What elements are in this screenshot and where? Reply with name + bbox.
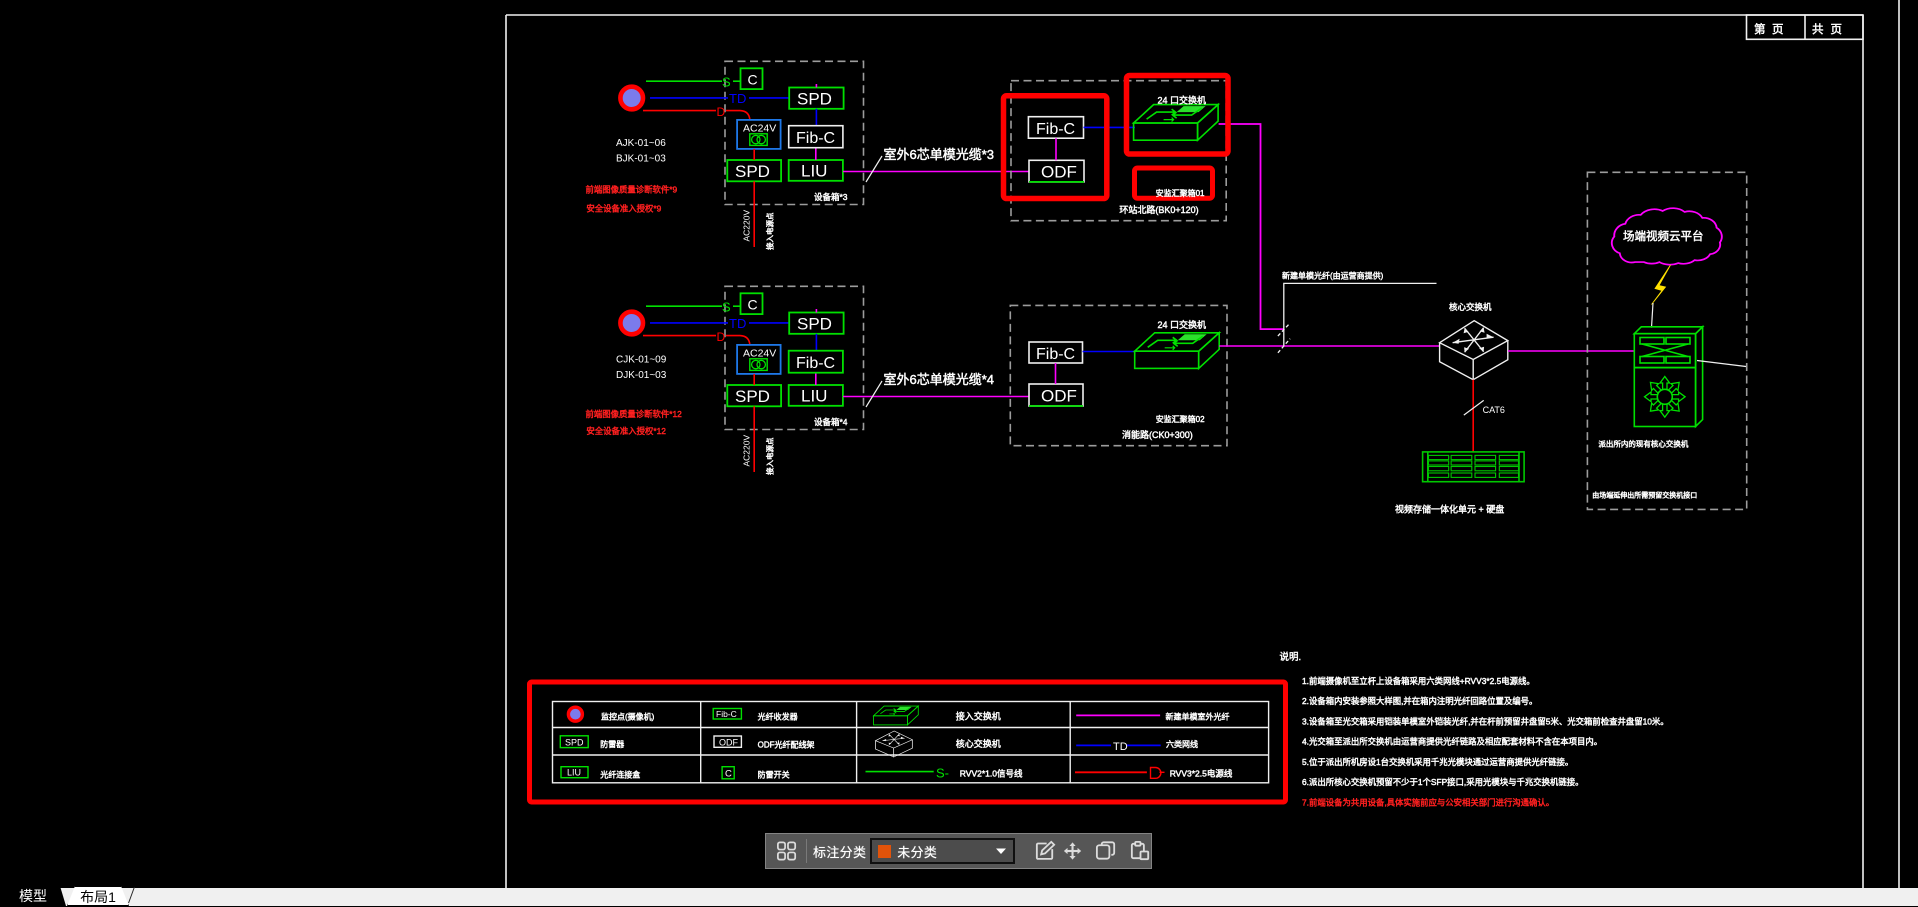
svg-text:由场端延伸出所需预留交换机接口: 由场端延伸出所需预留交换机接口 — [1592, 491, 1697, 500]
svg-text:7.前端设备为共用设备,具体实施前应与公安相关部门进行沟通确: 7.前端设备为共用设备,具体实施前应与公安相关部门进行沟通确认。 — [1302, 797, 1554, 807]
svg-text:设备箱*4: 设备箱*4 — [814, 417, 848, 427]
svg-text:C: C — [748, 72, 758, 88]
svg-text:3.设备箱至光交箱采用铠装单模室外铠装光纤,并在杆前预留井盘: 3.设备箱至光交箱采用铠装单模室外铠装光纤,并在杆前预留井盘留5米、光交箱前检查… — [1302, 716, 1669, 726]
svg-text:页: 页 — [1772, 24, 1784, 36]
svg-text:Fib-C: Fib-C — [1036, 346, 1075, 363]
svg-text:派出所内的现有核心交换机: 派出所内的现有核心交换机 — [1598, 439, 1688, 449]
svg-text:ODF: ODF — [719, 737, 739, 747]
svg-text:新建单模光纤(由运营商提供): 新建单模光纤(由运营商提供) — [1282, 271, 1384, 281]
svg-text:SPD: SPD — [735, 162, 770, 181]
svg-text:LIU: LIU — [567, 768, 581, 778]
svg-text:Fib-C: Fib-C — [796, 355, 835, 372]
svg-text:CAT6: CAT6 — [1483, 405, 1505, 415]
svg-text:核心交换机: 核心交换机 — [956, 738, 1001, 749]
svg-text:24 口交换机: 24 口交换机 — [1158, 95, 1207, 106]
svg-text:AJK-01~06: AJK-01~06 — [616, 138, 666, 149]
svg-text:AC24V: AC24V — [743, 123, 776, 135]
svg-text:第: 第 — [1754, 22, 1766, 36]
svg-text:接入交换机: 接入交换机 — [956, 711, 1001, 722]
svg-text:消能路(CK0+300): 消能路(CK0+300) — [1122, 429, 1193, 440]
svg-text:监控点(摄像机): 监控点(摄像机) — [601, 712, 655, 722]
svg-text:SPD: SPD — [797, 90, 832, 109]
svg-text:S: S — [722, 75, 731, 90]
svg-text:AC220V: AC220V — [742, 435, 752, 467]
svg-text:Fib-C: Fib-C — [1036, 121, 1075, 138]
svg-text:AC220V: AC220V — [742, 210, 752, 242]
svg-text:TD: TD — [1113, 741, 1128, 753]
svg-text:CJK-01~09: CJK-01~09 — [616, 355, 667, 366]
svg-text:光纤收发器: 光纤收发器 — [758, 712, 798, 722]
svg-text:接入电源点: 接入电源点 — [765, 212, 775, 250]
svg-text:安全设备准入授权*12: 安全设备准入授权*12 — [586, 426, 666, 436]
svg-text:5.位于派出所机房设1台交换机采用千兆光模块通过运营商提供光: 5.位于派出所机房设1台交换机采用千兆光模块通过运营商提供光纤链接。 — [1302, 757, 1573, 767]
svg-text:六类网线: 六类网线 — [1166, 739, 1198, 749]
svg-text:光纤连接盒: 光纤连接盒 — [600, 770, 640, 780]
svg-text:室外6芯单模光缆*4: 室外6芯单模光缆*4 — [884, 372, 995, 387]
svg-text:新建单模室外光纤: 新建单模室外光纤 — [1166, 712, 1230, 722]
svg-text:视频存储一体化单元 + 硬盘: 视频存储一体化单元 + 硬盘 — [1395, 504, 1504, 515]
svg-text:ODF: ODF — [1041, 163, 1077, 182]
svg-text:防雷器: 防雷器 — [600, 739, 624, 749]
svg-text:ODF: ODF — [1041, 387, 1077, 406]
svg-text:2.设备箱内安装参照大样图,并在箱内注明光纤回路位置及编号。: 2.设备箱内安装参照大样图,并在箱内注明光纤回路位置及编号。 — [1302, 696, 1537, 706]
svg-text:室外6芯单模光缆*3: 室外6芯单模光缆*3 — [884, 147, 995, 162]
svg-text:4.光交箱至派出所交换机由运营商提供光纤链路及相应配套材料不: 4.光交箱至派出所交换机由运营商提供光纤链路及相应配套材料不含在本项目内。 — [1302, 737, 1602, 747]
svg-text:页: 页 — [1831, 24, 1843, 36]
svg-text:Fib-C: Fib-C — [716, 709, 737, 719]
svg-text:场端视频云平台: 场端视频云平台 — [1623, 229, 1704, 243]
svg-text:ODF光纤配线架: ODF光纤配线架 — [758, 740, 815, 750]
svg-text:前端图像质量诊断软件*9: 前端图像质量诊断软件*9 — [586, 185, 678, 195]
svg-text:说明.: 说明. — [1280, 651, 1302, 663]
svg-text:SPD: SPD — [565, 737, 584, 747]
svg-text:Fib-C: Fib-C — [796, 130, 835, 147]
svg-text:RVV3*2.5电源线: RVV3*2.5电源线 — [1170, 769, 1233, 779]
svg-text:设备箱*3: 设备箱*3 — [814, 192, 848, 202]
svg-text:安监汇聚箱01: 安监汇聚箱01 — [1156, 188, 1205, 198]
svg-text:C: C — [725, 769, 732, 780]
svg-text:S-: S- — [936, 766, 949, 781]
svg-text:核心交换机: 核心交换机 — [1449, 302, 1492, 312]
svg-text:RVV2*1.0信号线: RVV2*1.0信号线 — [960, 769, 1023, 779]
svg-text:6.派出所核心交换机预留不少于1个SFP接口,采用光模块与千: 6.派出所核心交换机预留不少于1个SFP接口,采用光模块与千兆交换机链接。 — [1302, 777, 1584, 787]
svg-text:1.前端摄像机至立杆上设备箱采用六类网线+RVV3*2.5电: 1.前端摄像机至立杆上设备箱采用六类网线+RVV3*2.5电源线。 — [1302, 676, 1535, 686]
svg-text:安监汇聚箱02: 安监汇聚箱02 — [1156, 414, 1205, 424]
svg-text:D: D — [717, 105, 726, 119]
svg-text:环站北路(BK0+120): 环站北路(BK0+120) — [1119, 204, 1198, 215]
svg-text:前端图像质量诊断软件*12: 前端图像质量诊断软件*12 — [586, 409, 683, 419]
svg-text:BJK-01~03: BJK-01~03 — [616, 154, 666, 165]
svg-text:共: 共 — [1812, 23, 1824, 36]
svg-text:防雷开关: 防雷开关 — [758, 770, 790, 780]
svg-text:TD: TD — [729, 91, 746, 106]
svg-text:24 口交换机: 24 口交换机 — [1158, 319, 1207, 330]
svg-text:接入电源点: 接入电源点 — [765, 437, 775, 475]
svg-text:LIU: LIU — [801, 162, 827, 181]
svg-text:安全设备准入授权*9: 安全设备准入授权*9 — [586, 204, 661, 214]
svg-text:DJK-01~03: DJK-01~03 — [616, 370, 667, 381]
